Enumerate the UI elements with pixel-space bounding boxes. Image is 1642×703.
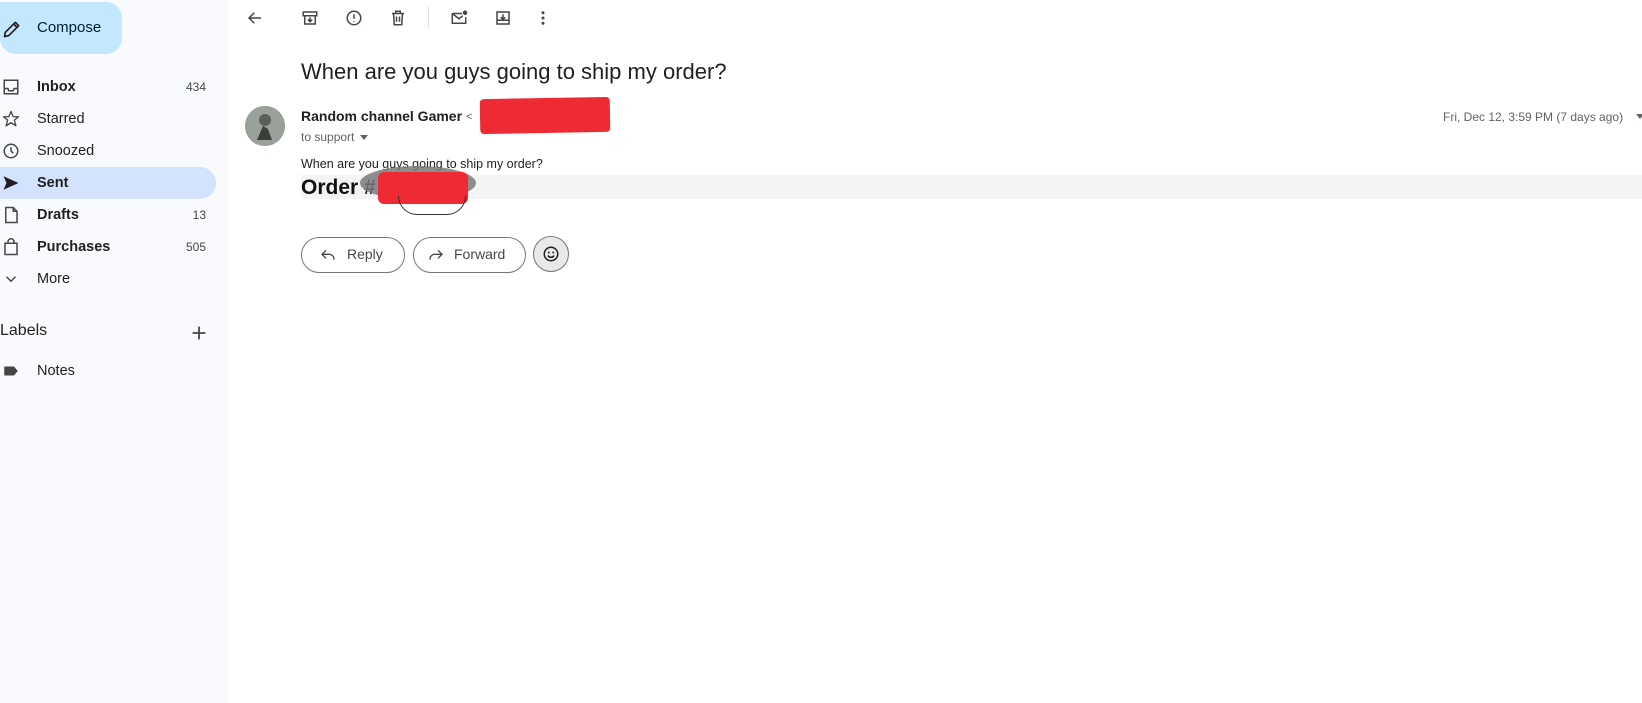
chevron-down-icon [5,276,17,283]
sidebar-item-count: 13 [192,208,206,222]
sidebar-item-inbox[interactable]: Inbox 434 [0,71,216,103]
labels-heading: Labels [0,322,48,339]
toolbar-divider [428,6,429,28]
sidebar-item-drafts[interactable]: Drafts 13 [0,199,216,231]
emoji-reaction-button[interactable] [533,236,569,272]
report-spam-icon[interactable] [342,6,366,30]
message-subject: When are you guys going to ship my order… [301,59,727,84]
delete-icon[interactable] [386,6,410,30]
mark-unread-icon[interactable] [447,6,471,30]
clock-icon [3,143,19,159]
sidebar-label-notes[interactable]: Notes [0,355,216,387]
draft-icon [5,206,18,224]
redaction-loop [398,196,466,215]
compose-button[interactable]: Compose [0,2,122,54]
reply-label: Reply [347,246,383,262]
caret-down-icon [360,135,369,141]
sidebar-item-label: Inbox [37,79,76,95]
sidebar-item-sent[interactable]: Sent [0,167,216,199]
sidebar-item-label: Sent [37,175,69,191]
forward-label: Forward [454,246,506,262]
sidebar: Compose Inbox 434 Starred Snoozed Sent D… [0,0,228,703]
label-tag-icon [4,366,18,376]
order-band [301,175,1642,199]
sidebar-item-label: Drafts [37,207,79,223]
caret-down-icon[interactable] [1636,114,1642,119]
sidebar-item-label: Notes [37,363,75,379]
message-date: Fri, Dec 12, 3:59 PM (7 days ago) [1443,110,1624,124]
sidebar-item-starred[interactable]: Starred [0,103,216,135]
pencil-icon [3,21,20,38]
more-vert-icon[interactable] [531,6,555,30]
sidebar-item-label: Starred [37,111,85,127]
inbox-icon [3,79,19,95]
sidebar-item-purchases[interactable]: Purchases 505 [0,231,216,263]
sender-email: < [466,111,473,123]
sidebar-item-count: 434 [185,80,206,94]
recipient-text: to support [301,130,355,144]
back-arrow-icon[interactable] [243,6,267,30]
smiley-icon [543,246,559,262]
forward-icon [429,249,443,260]
redaction-mark [479,96,611,135]
compose-label: Compose [37,19,102,36]
sidebar-item-more[interactable]: More [0,263,216,295]
reply-button[interactable]: Reply [301,237,405,273]
sidebar-item-count: 505 [185,240,206,254]
send-icon [3,176,19,190]
sidebar-item-snoozed[interactable]: Snoozed [0,135,216,167]
shopping-bag-icon [4,238,18,256]
reply-icon [321,249,335,260]
avatar[interactable] [245,106,285,146]
move-to-icon[interactable] [491,6,515,30]
sidebar-item-label: More [37,271,71,287]
plus-icon[interactable] [188,322,210,344]
forward-button[interactable]: Forward [413,237,526,273]
star-icon [2,110,20,127]
sidebar-item-label: Snoozed [37,143,95,159]
archive-icon[interactable] [298,6,322,30]
sidebar-item-label: Purchases [37,239,111,255]
recipient-toggle[interactable]: to support [301,130,369,144]
sender-name: Random channel Gamer [301,108,463,124]
